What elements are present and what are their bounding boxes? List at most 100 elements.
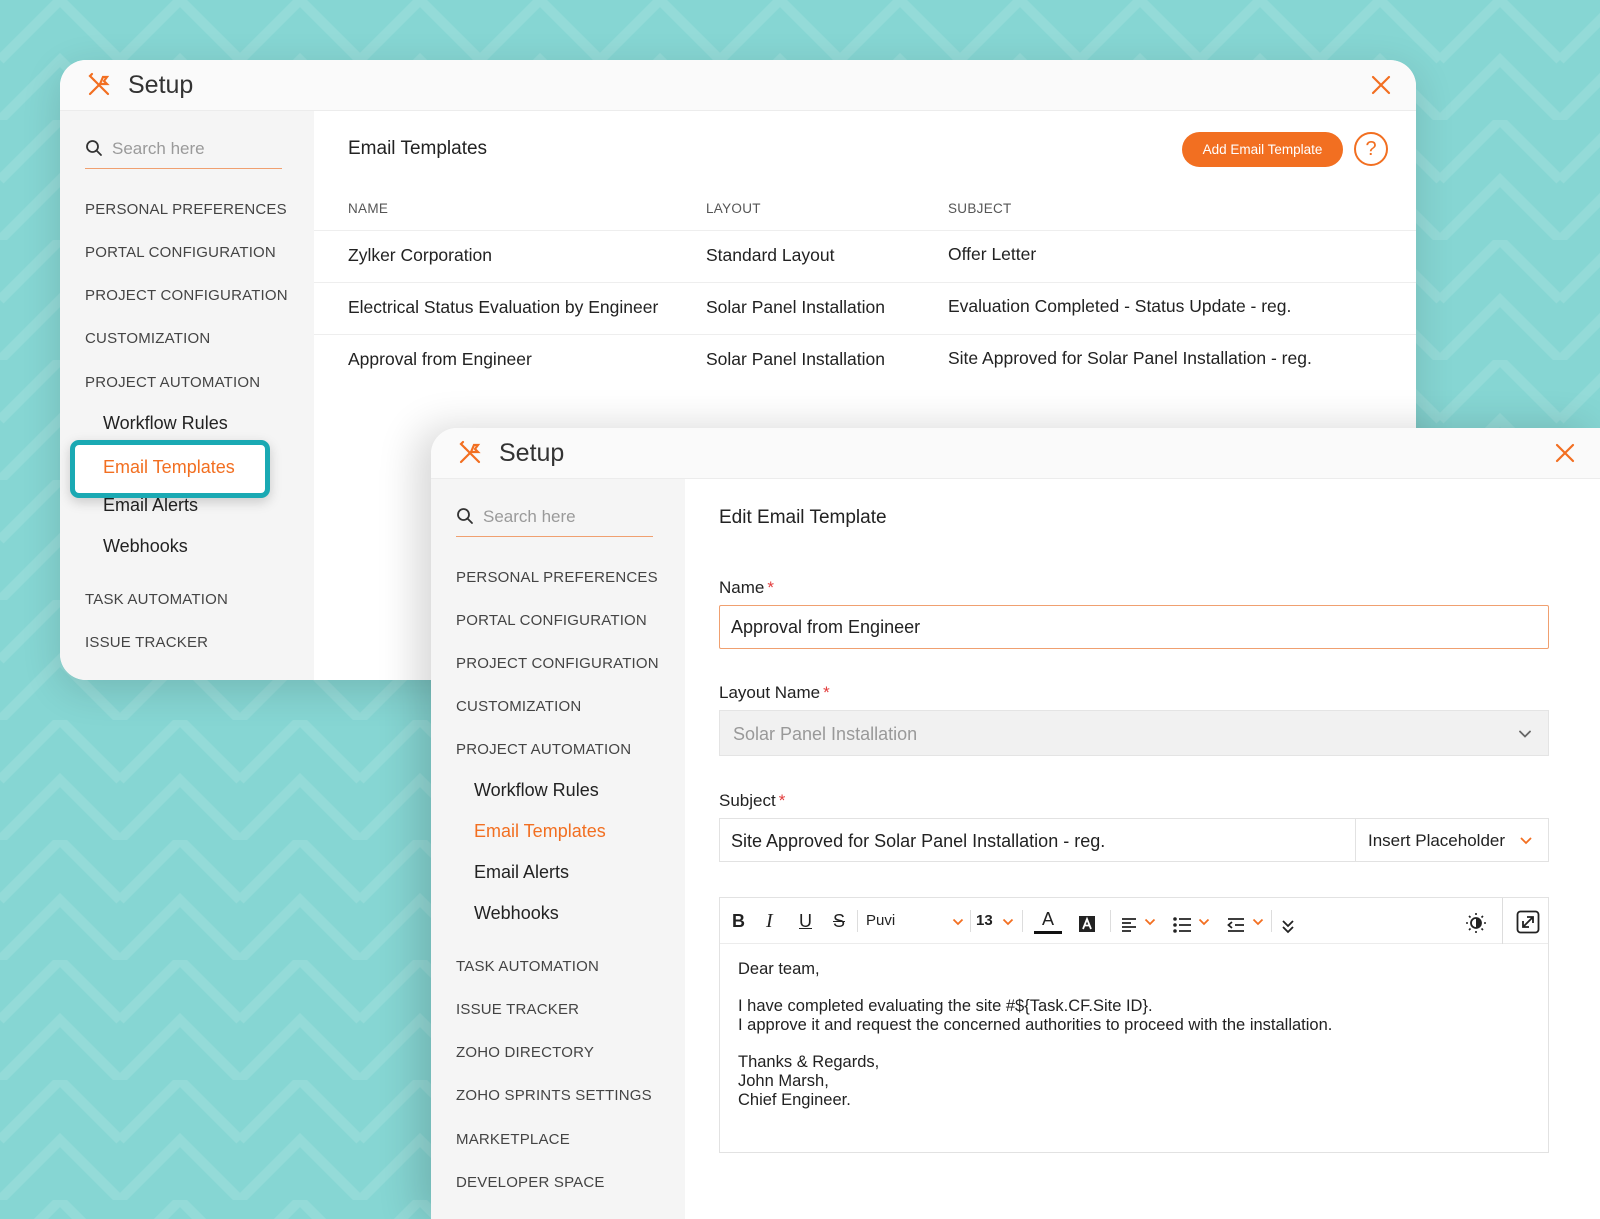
name-label: Name * bbox=[719, 578, 774, 597]
toolbar-divider bbox=[970, 910, 971, 932]
sidebar-item-email-templates: Email Templates bbox=[103, 457, 235, 477]
title-bar: Setup bbox=[431, 428, 1600, 479]
layout-name-label: Layout Name * bbox=[719, 683, 830, 702]
sidebar-item-workflow-rules[interactable]: Workflow Rules bbox=[474, 780, 599, 801]
sidebar-item-marketplace[interactable]: MARKETPLACE bbox=[456, 1131, 570, 1148]
font-family-select[interactable]: Puvi bbox=[866, 908, 895, 934]
table-row[interactable]: Electrical Status Evaluation by Engineer… bbox=[314, 283, 1416, 335]
sidebar-item-zoho-sprints-settings[interactable]: ZOHO SPRINTS SETTINGS bbox=[456, 1087, 652, 1104]
table-header: NAME LAYOUT SUBJECT bbox=[314, 197, 1416, 231]
highlighted-sidebar-item-email-templates[interactable]: Email Templates bbox=[70, 440, 270, 498]
sidebar: PERSONAL PREFERENCES PORTAL CONFIGURATIO… bbox=[431, 479, 685, 1219]
form-title: Edit Email Template bbox=[719, 507, 887, 528]
font-color-button[interactable]: A bbox=[1034, 908, 1062, 934]
sidebar: PERSONAL PREFERENCES PORTAL CONFIGURATIO… bbox=[60, 111, 314, 680]
row-layout: Solar Panel Installation bbox=[706, 297, 885, 317]
sidebar-item-personal-preferences[interactable]: PERSONAL PREFERENCES bbox=[85, 201, 287, 218]
strikethrough-button[interactable]: S bbox=[833, 908, 845, 934]
sidebar-item-project-configuration[interactable]: PROJECT CONFIGURATION bbox=[456, 655, 659, 672]
tools-icon bbox=[459, 440, 481, 464]
theme-toggle-icon[interactable] bbox=[1463, 910, 1489, 936]
table-row[interactable]: Zylker Corporation Standard Layout Offer… bbox=[314, 231, 1416, 283]
indent-icon[interactable] bbox=[1226, 912, 1246, 938]
email-line: I approve it and request the concerned a… bbox=[738, 1016, 1333, 1034]
chevron-down-icon[interactable] bbox=[1198, 917, 1210, 927]
email-signature: Thanks & Regards, bbox=[738, 1053, 880, 1071]
chevron-down-icon[interactable] bbox=[1144, 917, 1156, 927]
more-options-icon[interactable] bbox=[1281, 913, 1295, 939]
required-mark: * bbox=[778, 791, 786, 810]
sidebar-item-email-templates[interactable]: Email Templates bbox=[474, 821, 606, 842]
title-bar: Setup bbox=[60, 60, 1416, 111]
sidebar-item-zoho-directory[interactable]: ZOHO DIRECTORY bbox=[456, 1044, 594, 1061]
name-input[interactable] bbox=[719, 605, 1549, 649]
row-subject: Offer Letter bbox=[948, 244, 1037, 264]
subject-field[interactable]: Site Approved for Solar Panel Installati… bbox=[719, 818, 1549, 862]
add-email-template-button[interactable]: Add Email Template bbox=[1182, 132, 1343, 167]
sidebar-item-project-automation[interactable]: PROJECT AUTOMATION bbox=[85, 374, 260, 391]
editor-content[interactable]: Dear team, I have completed evaluating t… bbox=[738, 960, 1530, 1110]
chevron-down-icon[interactable] bbox=[952, 917, 964, 927]
italic-button[interactable]: I bbox=[766, 908, 773, 934]
edit-template-form: Edit Email Template Name* Layout Name* S… bbox=[685, 479, 1600, 1219]
sidebar-item-customization[interactable]: CUSTOMIZATION bbox=[456, 698, 581, 715]
sidebar-item-developer-space[interactable]: DEVELOPER SPACE bbox=[456, 1174, 605, 1191]
required-mark: * bbox=[823, 683, 830, 702]
underline-button[interactable]: U bbox=[799, 908, 812, 934]
table-row[interactable]: Approval from Engineer Solar Panel Insta… bbox=[314, 335, 1416, 387]
layout-name-select[interactable]: Solar Panel Installation bbox=[719, 710, 1549, 756]
chevron-down-icon[interactable] bbox=[1252, 917, 1264, 927]
toolbar-divider bbox=[857, 910, 858, 932]
search-input[interactable] bbox=[112, 133, 280, 165]
sidebar-item-customization[interactable]: CUSTOMIZATION bbox=[85, 330, 210, 347]
sidebar-item-webhooks[interactable]: Webhooks bbox=[103, 536, 188, 557]
toolbar-divider bbox=[1271, 910, 1272, 932]
required-mark: * bbox=[767, 578, 774, 597]
chevron-down-icon[interactable] bbox=[1002, 917, 1014, 927]
sidebar-item-task-automation[interactable]: TASK AUTOMATION bbox=[456, 958, 599, 975]
email-greeting: Dear team, bbox=[738, 960, 820, 978]
expand-icon[interactable] bbox=[1516, 909, 1540, 935]
sidebar-item-email-alerts[interactable]: Email Alerts bbox=[474, 862, 569, 883]
sidebar-item-project-automation[interactable]: PROJECT AUTOMATION bbox=[456, 741, 631, 758]
sidebar-item-task-automation[interactable]: TASK AUTOMATION bbox=[85, 591, 228, 608]
sidebar-item-personal-preferences[interactable]: PERSONAL PREFERENCES bbox=[456, 569, 658, 586]
email-line: I have completed evaluating the site #${… bbox=[738, 997, 1153, 1015]
sidebar-item-issue-tracker[interactable]: ISSUE TRACKER bbox=[85, 634, 208, 651]
sidebar-item-portal-configuration[interactable]: PORTAL CONFIGURATION bbox=[85, 244, 276, 261]
align-left-icon[interactable] bbox=[1120, 912, 1138, 938]
question-mark-icon[interactable]: ? bbox=[1354, 132, 1388, 166]
search-input[interactable] bbox=[483, 501, 651, 533]
toolbar-divider bbox=[1502, 898, 1503, 944]
highlight-color-icon[interactable] bbox=[1078, 911, 1096, 937]
email-signature: John Marsh, bbox=[738, 1072, 829, 1090]
insert-placeholder-dropdown[interactable]: Insert Placeholder bbox=[1355, 819, 1548, 861]
sidebar-item-workflow-rules[interactable]: Workflow Rules bbox=[103, 413, 228, 434]
close-icon[interactable] bbox=[1554, 442, 1576, 464]
row-name: Zylker Corporation bbox=[348, 245, 492, 265]
row-subject: Site Approved for Solar Panel Installati… bbox=[948, 348, 1312, 368]
sidebar-item-webhooks[interactable]: Webhooks bbox=[474, 903, 559, 924]
rich-text-editor: B I U S Puvi 13 A Dear team, I have comp… bbox=[719, 897, 1549, 1153]
sidebar-item-project-configuration[interactable]: PROJECT CONFIGURATION bbox=[85, 287, 288, 304]
row-subject: Evaluation Completed - Status Update - r… bbox=[948, 296, 1292, 316]
insert-placeholder-label: Insert Placeholder bbox=[1368, 831, 1506, 850]
bold-button[interactable]: B bbox=[732, 908, 745, 934]
font-size-select[interactable]: 13 bbox=[976, 908, 993, 934]
editor-toolbar: B I U S Puvi 13 A bbox=[720, 898, 1548, 944]
close-icon[interactable] bbox=[1370, 74, 1392, 96]
layout-name-value: Solar Panel Installation bbox=[733, 724, 918, 744]
toolbar-divider bbox=[1110, 910, 1111, 932]
sidebar-item-issue-tracker[interactable]: ISSUE TRACKER bbox=[456, 1001, 579, 1018]
tools-icon bbox=[88, 72, 110, 96]
column-header-layout: LAYOUT bbox=[706, 201, 761, 216]
bullet-list-icon[interactable] bbox=[1172, 912, 1192, 938]
search-icon bbox=[86, 140, 102, 156]
setup-window-edit-template: Setup PERSONAL PREFERENCES PORTAL CONFIG… bbox=[431, 428, 1600, 1219]
sidebar-item-email-alerts[interactable]: Email Alerts bbox=[103, 495, 198, 516]
chevron-down-icon bbox=[1520, 837, 1532, 845]
email-signature: Chief Engineer. bbox=[738, 1091, 851, 1109]
subject-value: Site Approved for Solar Panel Installati… bbox=[731, 831, 1106, 851]
sidebar-item-portal-configuration[interactable]: PORTAL CONFIGURATION bbox=[456, 612, 647, 629]
column-header-subject: SUBJECT bbox=[948, 201, 1012, 216]
